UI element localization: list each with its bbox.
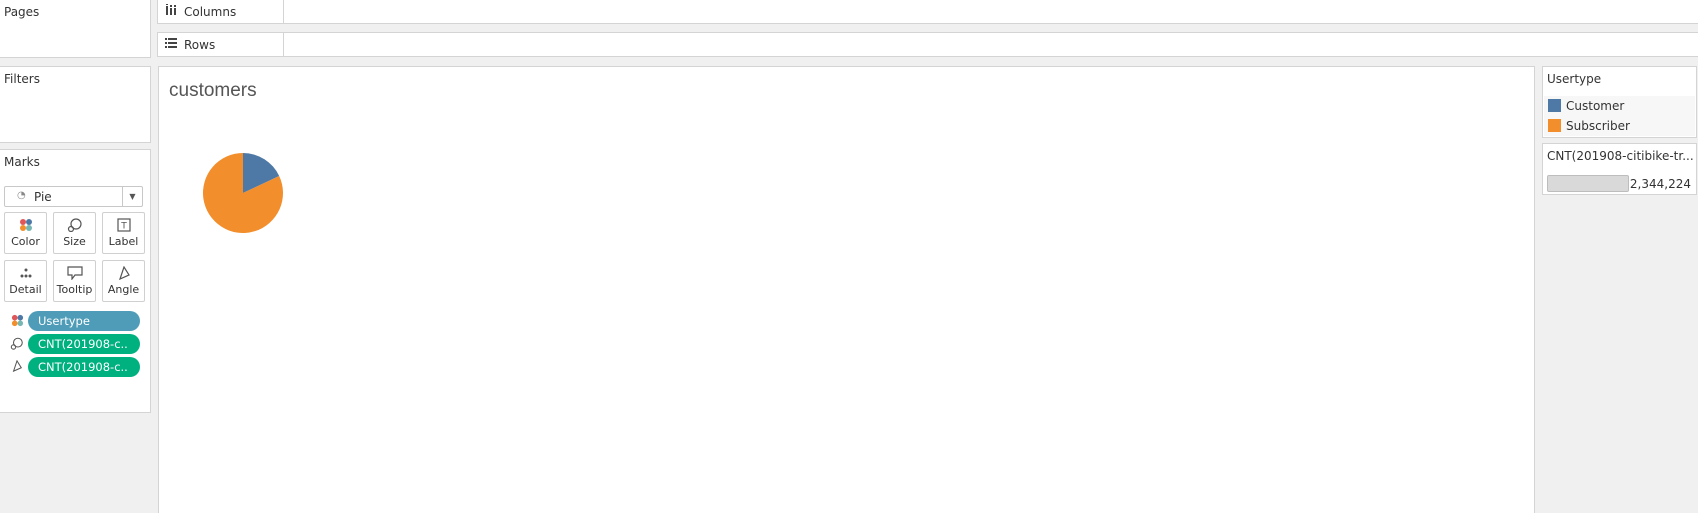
- size-legend-bar: [1547, 175, 1629, 192]
- size-legend-title: CNT(201908-citibike-tr...: [1547, 149, 1693, 163]
- color-legend: Usertype Customer Subscriber: [1542, 66, 1697, 138]
- rows-label: Rows: [184, 38, 216, 52]
- color-label: Color: [11, 235, 40, 248]
- sheet-title[interactable]: customers: [169, 80, 257, 102]
- text-label-icon: T: [103, 213, 144, 235]
- detail-icon: [5, 261, 46, 283]
- pages-title: Pages: [4, 5, 40, 19]
- rows-icon: [165, 37, 177, 52]
- tooltip-icon: [54, 261, 95, 283]
- color-legend-title: Usertype: [1547, 72, 1602, 86]
- label-button[interactable]: T Label: [102, 212, 145, 254]
- angle-button[interactable]: Angle: [102, 260, 145, 302]
- legend-swatch: [1548, 119, 1561, 132]
- size-legend: CNT(201908-citibike-tr... 2,344,224: [1542, 143, 1697, 195]
- legend-label: Customer: [1566, 99, 1625, 113]
- size-icon: [54, 213, 95, 235]
- legend-swatch: [1548, 99, 1561, 112]
- cnt-size-pill[interactable]: CNT(201908-c..: [28, 334, 140, 354]
- marks-title: Marks: [4, 155, 40, 169]
- view-canvas[interactable]: customers: [158, 66, 1535, 513]
- color-button[interactable]: Color: [4, 212, 47, 254]
- angle-label: Angle: [107, 283, 140, 296]
- size-legend-value: 2,344,224: [1629, 177, 1691, 191]
- size-label: Size: [63, 235, 86, 248]
- columns-label: Columns: [184, 5, 237, 19]
- columns-shelf[interactable]: Columns: [157, 0, 1698, 24]
- columns-icon: [165, 4, 177, 19]
- rows-shelf[interactable]: Rows: [157, 32, 1698, 57]
- legend-label: Subscriber: [1566, 119, 1630, 133]
- pages-card[interactable]: Pages: [0, 0, 151, 58]
- svg-text:T: T: [120, 222, 127, 232]
- mark-type-dropdown[interactable]: ◔ Pie ▼: [4, 186, 143, 207]
- tooltip-label: Tooltip: [56, 283, 93, 296]
- tooltip-button[interactable]: Tooltip: [53, 260, 96, 302]
- pie-chart[interactable]: [203, 153, 283, 233]
- shelf-divider: [283, 33, 284, 56]
- size-button[interactable]: Size: [53, 212, 96, 254]
- angle-icon: [103, 261, 144, 283]
- detail-button[interactable]: Detail: [4, 260, 47, 302]
- filters-title: Filters: [4, 72, 40, 86]
- color-icon: [5, 213, 46, 235]
- detail-label: Detail: [9, 283, 42, 296]
- mark-type-label: Pie: [34, 190, 52, 204]
- marks-card: Marks ◔ Pie ▼ Color Size T Label Detail …: [0, 149, 151, 413]
- cnt-angle-pill[interactable]: CNT(201908-c..: [28, 357, 140, 377]
- chevron-down-icon[interactable]: ▼: [122, 187, 142, 206]
- size-icon: [10, 337, 24, 351]
- color-icon: [10, 314, 24, 328]
- shelf-divider: [283, 0, 284, 23]
- usertype-pill[interactable]: Usertype: [28, 311, 140, 331]
- angle-icon: [10, 359, 24, 374]
- filters-card[interactable]: Filters: [0, 66, 151, 143]
- label-label: Label: [108, 235, 139, 248]
- pie-icon: ◔: [17, 190, 26, 201]
